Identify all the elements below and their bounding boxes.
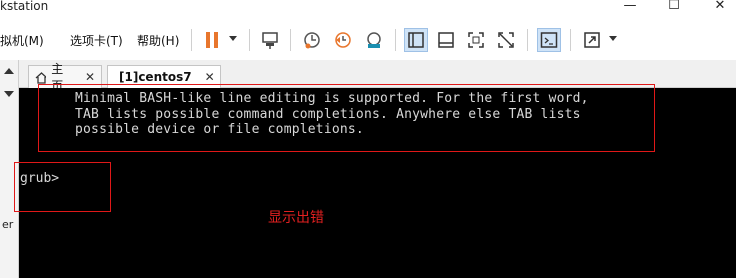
send-ctrl-alt-del-icon[interactable] xyxy=(258,28,282,52)
thumbnail-bar-icon[interactable] xyxy=(434,28,458,52)
toolbar-separator xyxy=(290,29,291,51)
title-bar: kstation — ☐ ✕ xyxy=(0,0,736,20)
tab-centos7-label: [1]centos7 xyxy=(119,70,192,84)
toolbar-separator xyxy=(249,29,250,51)
full-screen-icon[interactable] xyxy=(464,28,488,52)
scroll-down-icon[interactable] xyxy=(4,91,14,97)
menu-toolbar: 虚拟机(M) 选项卡(T) 帮助(H) xyxy=(0,20,736,60)
pause-dropdown-icon[interactable] xyxy=(229,36,237,41)
annotation-text: 显示出错 xyxy=(268,210,324,226)
menu-tabs[interactable]: 选项卡(T) xyxy=(70,32,123,49)
console-view-icon[interactable] xyxy=(537,28,561,52)
unity-mode-icon[interactable] xyxy=(494,28,518,52)
close-button[interactable]: ✕ xyxy=(700,0,736,14)
library-text-fragment: er xyxy=(2,218,14,231)
revert-snapshot-icon[interactable] xyxy=(331,28,355,52)
snapshot-icon[interactable] xyxy=(300,28,324,52)
minimize-button[interactable]: — xyxy=(610,0,650,14)
stretch-dropdown-icon[interactable] xyxy=(609,36,617,41)
show-library-icon[interactable] xyxy=(404,28,428,52)
scroll-up-icon[interactable] xyxy=(4,68,14,74)
toolbar-separator xyxy=(570,29,571,51)
menu-help[interactable]: 帮助(H) xyxy=(137,32,179,49)
toolbar-separator xyxy=(527,29,528,51)
home-icon xyxy=(35,71,47,84)
window-title: kstation xyxy=(0,0,49,13)
pause-icon[interactable] xyxy=(200,28,224,52)
maximize-button[interactable]: ☐ xyxy=(654,0,694,14)
toolbar-separator xyxy=(191,29,192,51)
tab-centos7-close-icon[interactable]: ✕ xyxy=(205,70,215,84)
toolbar-separator xyxy=(395,29,396,51)
tab-home-close-icon[interactable]: ✕ xyxy=(85,70,95,84)
snapshot-manager-icon[interactable] xyxy=(362,28,386,52)
annotation-box-prompt xyxy=(14,162,111,212)
menu-vm[interactable]: 虚拟机(M) xyxy=(0,32,44,49)
stretch-guest-icon[interactable] xyxy=(580,28,604,52)
annotation-box-message xyxy=(38,84,655,152)
